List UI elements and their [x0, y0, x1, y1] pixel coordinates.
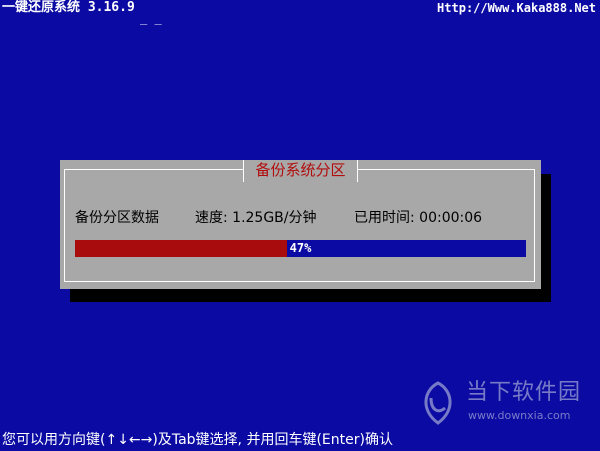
top-bar: 一键还原系统 3.16.9 _ _ Http://Www.Kaka888.Net — [0, 0, 600, 25]
watermark-brand: 当下软件园 — [466, 380, 582, 405]
status-line: 备份分区数据 速度: 1.25GB/分钟 已用时间: 00:00:06 — [75, 208, 482, 228]
progress-percent: 47% — [289, 241, 312, 255]
backup-dialog: 备份系统分区 备份分区数据 速度: 1.25GB/分钟 已用时间: 00:00:… — [60, 160, 541, 289]
elapsed-time: 已用时间: 00:00:06 — [354, 210, 483, 226]
progress-bar: 47% — [75, 240, 526, 257]
watermark: 当下软件园 www.downxia.com — [416, 378, 586, 430]
text-cursor: _ _ — [140, 11, 162, 25]
downxia-logo-icon — [424, 381, 452, 425]
app-title: 一键还原系统 3.16.9 — [2, 0, 135, 15]
dialog-title: 备份系统分区 — [255, 161, 346, 179]
keyboard-hint: 您可以用方向键(↑↓←→)及Tab键选择, 并用回车键(Enter)确认 — [2, 432, 393, 448]
site-url: Http://Www.Kaka888.Net — [437, 1, 596, 15]
speed-readout: 速度: 1.25GB/分钟 — [195, 210, 317, 226]
task-label: 备份分区数据 — [75, 210, 159, 226]
dialog-title-box: 备份系统分区 — [243, 160, 358, 182]
watermark-url: www.downxia.com — [468, 409, 571, 422]
